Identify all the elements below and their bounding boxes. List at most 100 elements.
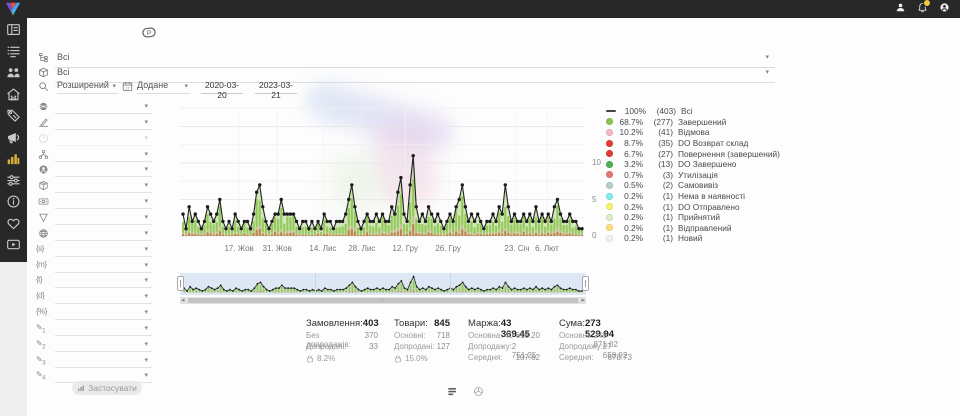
filter-select-custom-field3[interactable]: ✎3 ▾	[34, 354, 154, 369]
legend-label: DO Отправлено	[678, 202, 740, 212]
filter-select-custom-field2[interactable]: ✎2 ▾	[34, 338, 154, 353]
legend-item[interactable]: 8.7% (35) DO Возврат склад	[606, 138, 784, 149]
summary-row: Основна:40 618.20	[468, 331, 540, 342]
legend-item[interactable]: 0.7% (3) Утилізація	[606, 170, 784, 181]
topbar-actions	[895, 2, 950, 13]
category-filter-select[interactable]: Всі ▾	[34, 67, 775, 81]
legend-item[interactable]: 100% (403) Всі	[606, 106, 784, 117]
sidebar-item-info[interactable]	[6, 194, 21, 209]
sidebar-item-customers[interactable]	[6, 65, 21, 80]
legend-label: Всі	[681, 106, 693, 116]
filter-select-planet[interactable]: ▾	[34, 100, 154, 115]
legend-item[interactable]: 68.7% (277) Завершений	[606, 117, 784, 128]
filter-select-brace[interactable]: {d} ▾	[34, 290, 154, 305]
legend-item[interactable]: 0.2% (1) Нема в наявності	[606, 191, 784, 202]
chevron-down-icon: ▾	[144, 214, 148, 221]
chevron-down-icon: ▾	[144, 341, 148, 348]
topbar	[0, 0, 960, 18]
legend-label: Відправлений	[678, 223, 731, 233]
scroll-right-icon[interactable]: ▸	[581, 296, 585, 305]
source-filter-value: Всі	[57, 52, 70, 62]
x-axis-label: 6. Лют	[535, 244, 559, 253]
scrollbar-grip: ⋯	[380, 299, 386, 302]
legend-item[interactable]: 0.5% (2) Самовивіз	[606, 180, 784, 191]
legend-swatch	[606, 235, 613, 242]
filter-select-signature[interactable]: ▾	[34, 116, 154, 131]
date-to-input[interactable]: 2023-03-21	[255, 80, 297, 94]
date-field-select[interactable]: Додане ▾	[137, 80, 190, 94]
filter-select-funnel[interactable]: ▾	[34, 211, 154, 226]
account-icon[interactable]	[939, 2, 950, 13]
legend-item[interactable]: 3.2% (13) DO Завершено	[606, 159, 784, 170]
filter-select-brace[interactable]: {m} ▾	[34, 259, 154, 274]
chevron-down-icon: ▾	[765, 69, 769, 76]
sidebar-tail	[0, 262, 27, 416]
orders-line-chart[interactable]	[180, 100, 590, 240]
legend-percent: 100%	[620, 106, 646, 116]
scrollbar-thumb[interactable]: ⋯	[188, 298, 578, 303]
sidebar-item-store[interactable]	[6, 87, 21, 102]
sidebar-item-partners[interactable]	[6, 216, 21, 231]
legend-percent: 10.2%	[617, 127, 643, 137]
legend-percent: 68.7%	[617, 117, 643, 127]
summary-title: Маржа:43 369.45	[468, 318, 540, 331]
filter-select-contact[interactable]: ▾	[34, 163, 154, 178]
legend-item[interactable]: 0.2% (1) Відправлений	[606, 223, 784, 234]
chevron-down-icon: ▾	[144, 357, 148, 364]
filter-select-brace[interactable]: {%} ▾	[34, 306, 154, 321]
globe-icon	[38, 228, 49, 239]
chevron-down-icon: ▾	[144, 182, 148, 189]
promo-tag-icon[interactable]: P	[137, 25, 161, 40]
chart-scrollbar[interactable]: ◂ ⋯ ▸	[180, 297, 586, 304]
legend-item[interactable]: 6.7% (27) Повернення (завершений)	[606, 148, 784, 159]
chevron-down-icon: ▾	[184, 83, 188, 90]
legend-swatch	[606, 203, 613, 210]
sidebar-item-orders[interactable]	[6, 44, 21, 59]
legend-swatch	[606, 224, 613, 231]
notifications-icon[interactable]	[917, 2, 928, 13]
navigator-left-handle[interactable]	[177, 276, 184, 291]
custom-field-icon: ✎1	[36, 323, 45, 335]
sidebar-item-settings[interactable]	[6, 173, 21, 188]
filter-select-package[interactable]: ▾	[34, 179, 154, 194]
product-view-icon[interactable]	[473, 386, 484, 397]
apply-button[interactable]: Застосувати	[72, 381, 142, 395]
sidebar-item-statistics[interactable]	[6, 151, 21, 166]
legend-item[interactable]: 0.2% (1) DO Отправлено	[606, 201, 784, 212]
payment-icon	[38, 196, 49, 207]
chevron-down-icon: ▾	[144, 198, 148, 205]
filter-select-help[interactable]: ? ▾	[34, 132, 154, 147]
filter-select-sitemap[interactable]: ▾	[34, 148, 154, 163]
chevron-down-icon: ▾	[144, 230, 148, 237]
sidebar-item-promotions[interactable]	[6, 108, 21, 123]
filter-select-brace[interactable]: {t} ▾	[34, 274, 154, 289]
filter-select-globe[interactable]: ▾	[34, 227, 154, 242]
legend-item[interactable]: 10.2% (41) Відмова	[606, 127, 784, 138]
source-filter-select[interactable]: Всі ▾	[34, 52, 775, 66]
legend-item[interactable]: 0.2% (1) Новий	[606, 233, 784, 244]
chevron-down-icon: ▾	[144, 309, 148, 316]
scroll-left-icon[interactable]: ◂	[181, 296, 185, 305]
chart-navigator[interactable]	[180, 273, 586, 295]
brand-logo-icon[interactable]	[4, 1, 22, 17]
funnel-icon	[38, 212, 49, 223]
brace-icon: {s}	[36, 244, 44, 253]
summary-row: Допродажу:2 751.25	[468, 342, 540, 353]
legend-label: Повернення (завершений)	[678, 149, 780, 159]
list-view-icon[interactable]	[447, 386, 458, 397]
sidebar-item-dashboard[interactable]	[6, 22, 21, 37]
sidebar-item-announcements[interactable]	[6, 130, 21, 145]
legend-swatch	[606, 214, 613, 221]
filter-select-brace[interactable]: {s} ▾	[34, 243, 154, 258]
upsell-share: 15.0%	[394, 353, 450, 364]
date-from-input[interactable]: 2020-03-20	[201, 80, 243, 94]
legend-item[interactable]: 0.2% (1) Прийнятий	[606, 212, 784, 223]
search-icon[interactable]	[38, 81, 49, 92]
legend-percent: 0.5%	[617, 180, 643, 190]
filter-select-payment[interactable]: ▾	[34, 195, 154, 210]
navigator-right-handle[interactable]	[582, 276, 589, 291]
filter-select-custom-field1[interactable]: ✎1 ▾	[34, 322, 154, 337]
search-mode-select[interactable]: Розширений ▾	[57, 80, 118, 94]
user-icon[interactable]	[895, 2, 906, 13]
sidebar-item-videos[interactable]	[6, 237, 21, 252]
